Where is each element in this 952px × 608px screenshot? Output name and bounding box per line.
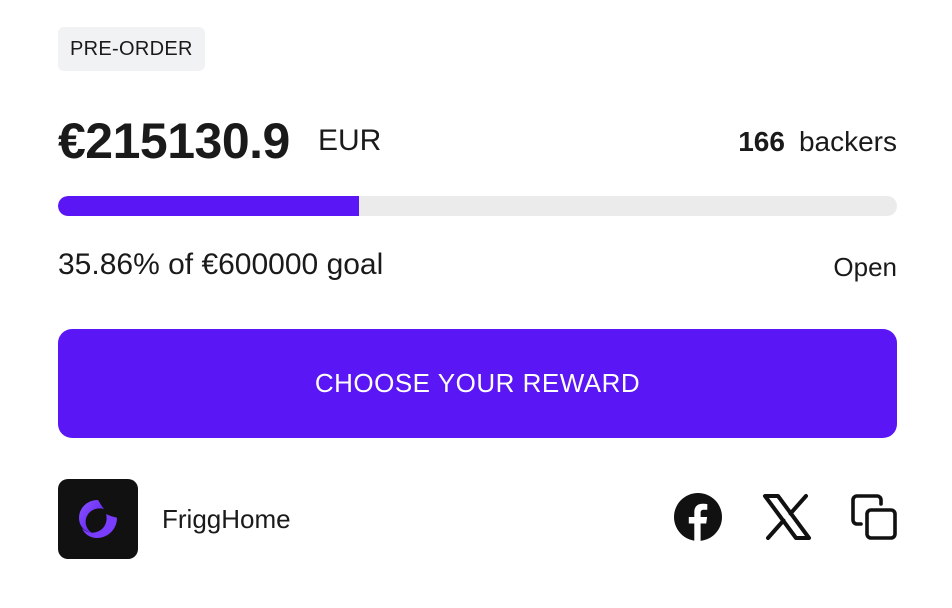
goal-text: 35.86% of €600000 goal [58,248,384,281]
campaign-status: Open [833,252,897,282]
frigghome-logo-icon [79,500,117,538]
backers-label: backers [798,126,897,157]
backers-info: 166 backers [738,128,897,156]
funding-progress-bar [58,196,897,216]
funding-progress-fill [58,196,359,216]
copy-link-button[interactable] [849,492,899,544]
goal-row: 35.86% of €600000 goal Open [58,246,897,286]
copy-icon [851,494,897,540]
facebook-icon [674,493,722,541]
share-facebook-button[interactable] [673,492,723,544]
project-name: FriggHome [162,504,291,534]
backers-count: 166 [738,126,785,157]
pre-order-badge: PRE-ORDER [58,27,205,71]
project-creator[interactable]: FriggHome [58,479,291,559]
pledged-amount: €215130.9 [58,113,290,169]
funding-summary: €215130.9 EUR 166 backers [58,112,897,168]
project-logo [58,479,138,559]
x-icon [763,494,811,540]
currency-code: EUR [318,124,382,157]
choose-reward-button[interactable]: CHOOSE YOUR REWARD [58,329,897,438]
share-x-button[interactable] [762,492,812,544]
